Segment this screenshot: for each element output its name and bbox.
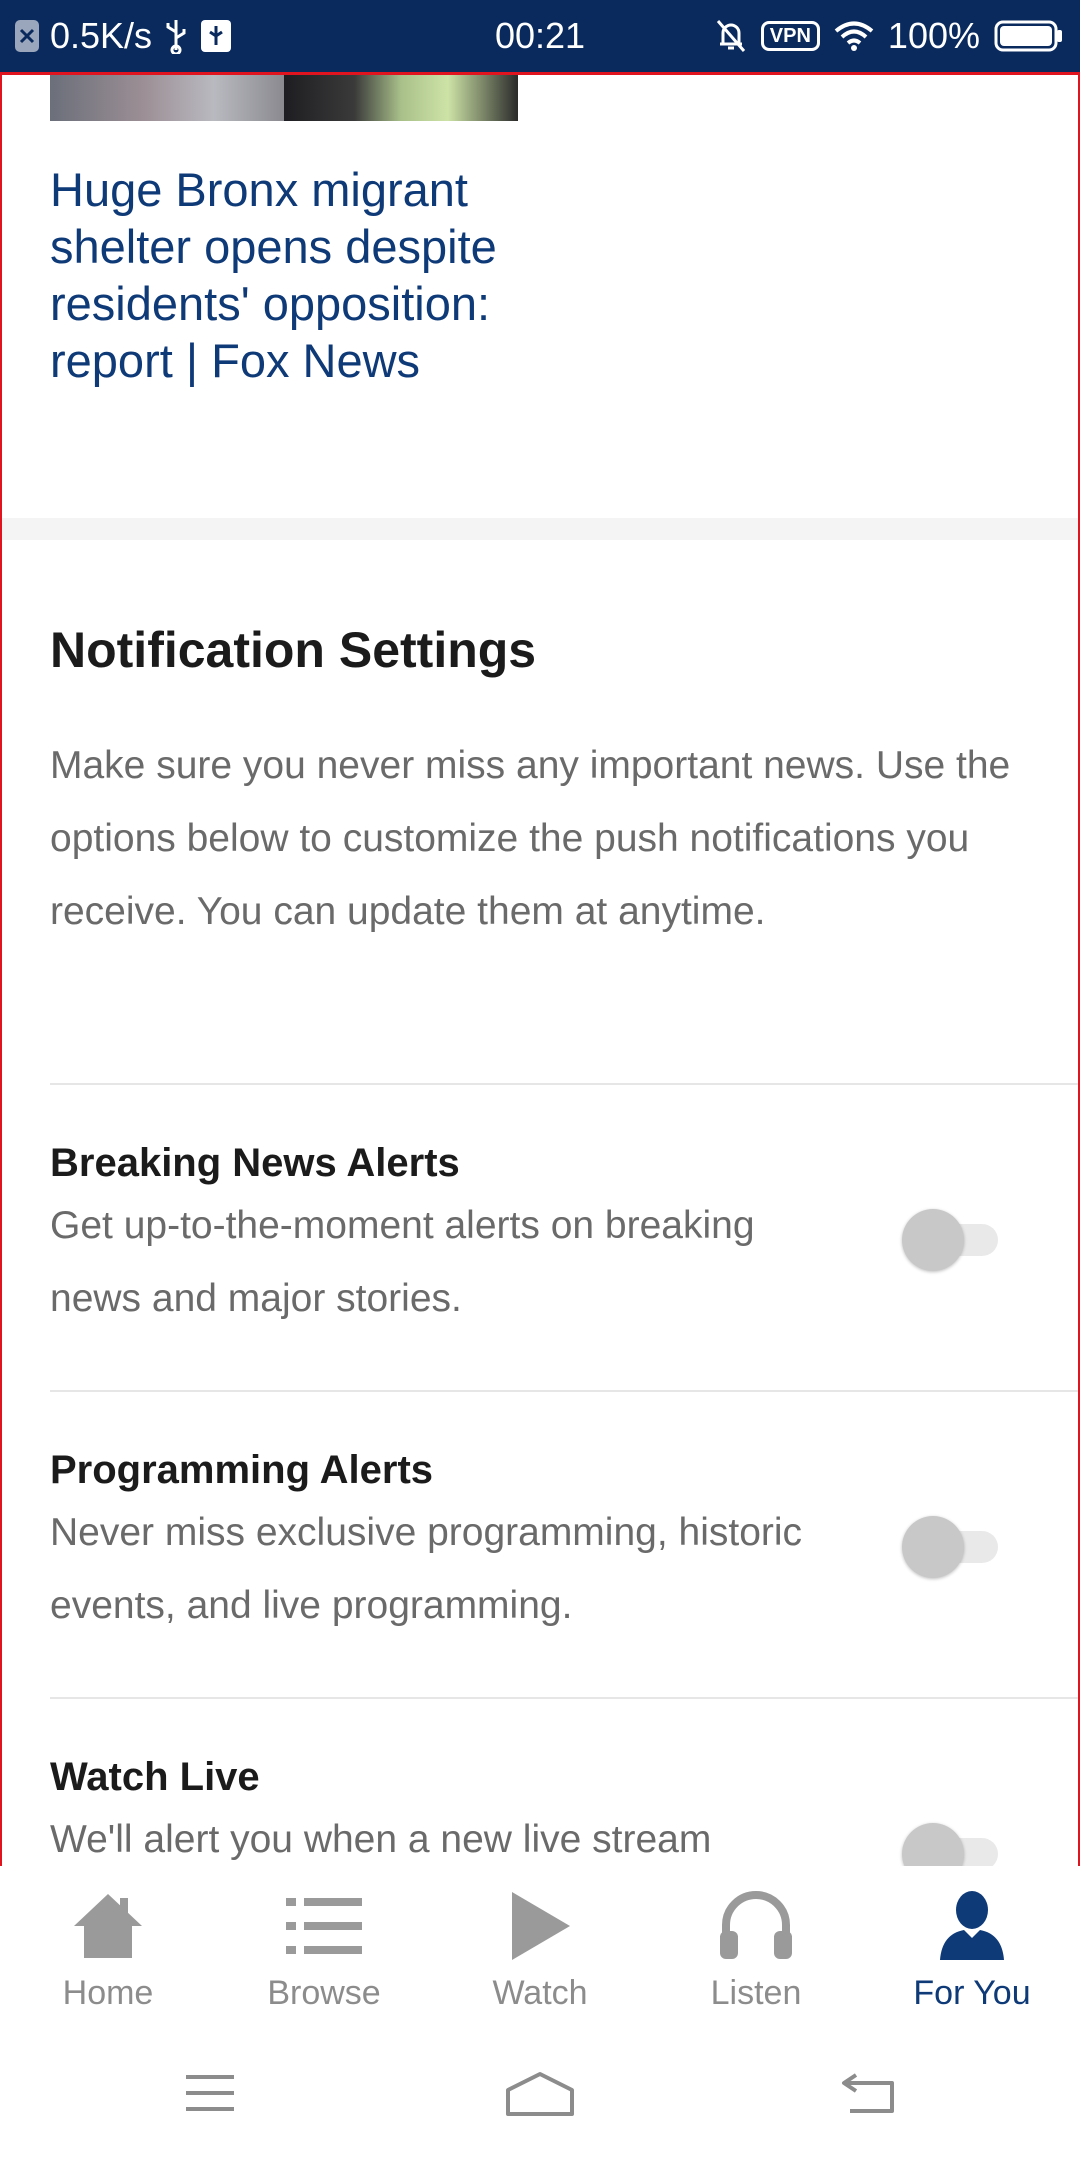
nav-home[interactable]: Home (0, 1866, 216, 2026)
status-right: VPN 100% (715, 0, 1064, 72)
home-icon (0, 1886, 216, 1966)
divider (50, 1083, 1078, 1085)
vpn-badge: VPN (760, 21, 820, 51)
status-bar: 0.5K/s 00:21 VPN 100% (0, 0, 1080, 72)
back-icon (840, 2071, 896, 2120)
system-home-icon (504, 2070, 576, 2121)
nav-label-watch: Watch (492, 1974, 588, 2012)
toggle-knob (902, 1209, 964, 1271)
nav-label-for-you: For You (913, 1974, 1031, 2012)
headphones-icon (648, 1886, 864, 1966)
status-left: 0.5K/s (14, 0, 232, 72)
person-icon (864, 1886, 1080, 1966)
close-app-icon (14, 19, 40, 53)
back-button[interactable] (818, 2060, 918, 2130)
nav-label-home: Home (62, 1974, 154, 2012)
setting-desc-watch-live: We'll alert you when a new live stream (50, 1818, 712, 1861)
divider (50, 1697, 1078, 1699)
divider (50, 1390, 1078, 1392)
nav-for-you[interactable]: For You (864, 1866, 1080, 2026)
setting-title-programming: Programming Alerts (50, 1448, 434, 1492)
usb-icon (162, 18, 190, 54)
setting-desc-programming: Never miss exclusive programming, histor… (50, 1511, 803, 1627)
article-thumbnail[interactable] (50, 75, 518, 121)
wifi-icon (834, 20, 874, 52)
content-area: Huge Bronx migrant shelter opens despite… (0, 72, 1080, 1869)
usb-debug-icon (200, 19, 232, 53)
nav-browse[interactable]: Browse (216, 1866, 432, 2026)
battery-percent: 100% (887, 15, 980, 56)
home-button[interactable] (490, 2060, 590, 2130)
nav-listen[interactable]: Listen (648, 1866, 864, 2026)
toggle-knob (902, 1516, 964, 1578)
breaking-news-toggle[interactable] (902, 1209, 1002, 1271)
bottom-navigation: Home Browse Watch Listen For You (0, 1866, 1080, 2026)
setting-desc-breaking-news: Get up-to-the-moment alerts on breaking … (50, 1204, 755, 1320)
article-headline[interactable]: Huge Bronx migrant shelter opens despite… (50, 161, 570, 389)
toggle-knob (902, 1823, 964, 1867)
nav-label-browse: Browse (267, 1974, 381, 2012)
setting-title-breaking-news: Breaking News Alerts (50, 1141, 460, 1185)
network-speed: 0.5K/s (50, 15, 153, 56)
nav-label-listen: Listen (710, 1974, 802, 2012)
setting-title-watch-live: Watch Live (50, 1755, 260, 1799)
menu-button[interactable] (160, 2060, 260, 2130)
thumbnail-image-left (50, 75, 284, 121)
settings-description: Make sure you never miss any important n… (50, 744, 1011, 933)
nav-watch[interactable]: Watch (432, 1866, 648, 2026)
play-icon (432, 1886, 648, 1966)
system-navigation (0, 2026, 1080, 2160)
page-title: Notification Settings (50, 622, 537, 678)
programming-alerts-toggle[interactable] (902, 1516, 1002, 1578)
watch-live-toggle[interactable] (902, 1823, 1002, 1867)
mute-bell-icon (715, 18, 747, 54)
list-icon (216, 1886, 432, 1966)
thumbnail-image-right (284, 75, 518, 121)
section-divider (2, 518, 1078, 540)
menu-icon (184, 2073, 236, 2118)
battery-icon (994, 19, 1064, 53)
